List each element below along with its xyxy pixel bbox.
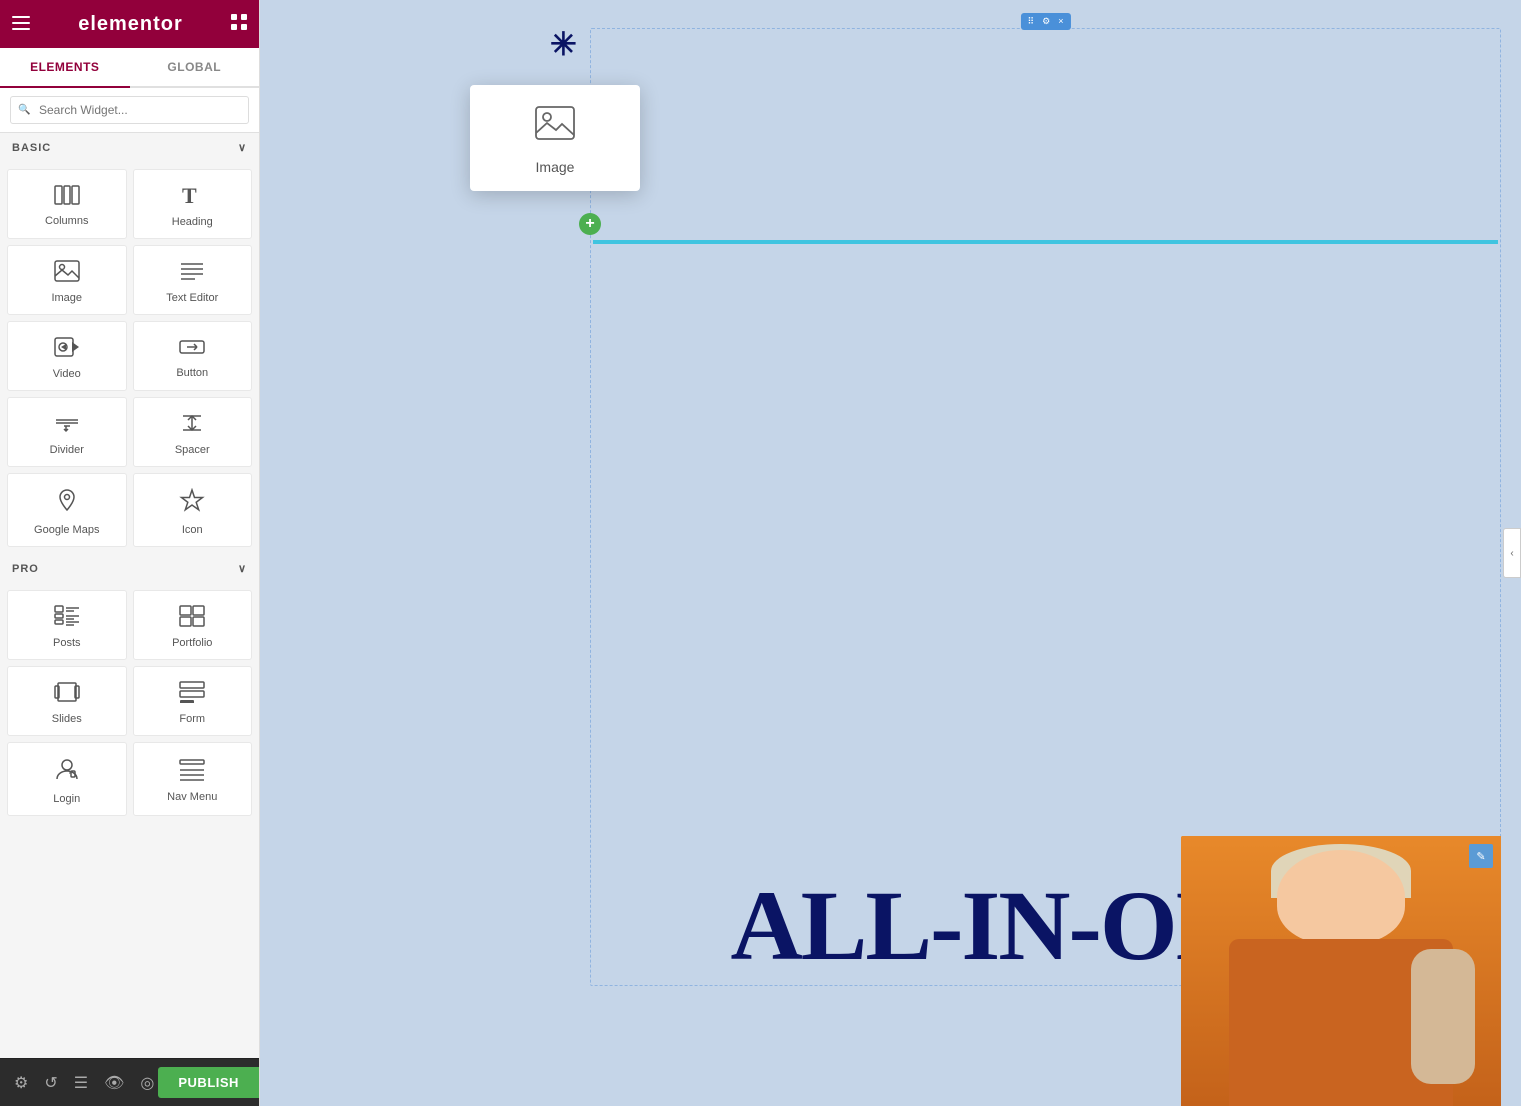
widget-divider[interactable]: Divider: [7, 397, 127, 467]
widget-video-label: Video: [53, 368, 81, 380]
text-editor-icon: [179, 260, 205, 286]
widget-google-maps[interactable]: Google Maps: [7, 473, 127, 547]
sidebar-content: BASIC ∨ Columns: [0, 133, 259, 1058]
bottom-tools: ⚙ ↺ ☰ 👁 ◎: [10, 1069, 158, 1097]
widget-spacer[interactable]: Spacer: [133, 397, 253, 467]
widget-icon[interactable]: Icon: [133, 473, 253, 547]
hamburger-icon[interactable]: [12, 14, 30, 35]
bottom-image-panel: ✎: [1181, 836, 1501, 1106]
sidebar: elementor ELEMENTS GLOBAL: [0, 0, 260, 1106]
section-settings-icon[interactable]: ⚙: [1041, 15, 1051, 28]
heading-icon: T: [180, 184, 204, 210]
search-input[interactable]: [10, 96, 249, 124]
widget-google-maps-label: Google Maps: [34, 524, 99, 536]
tab-global[interactable]: GLOBAL: [130, 48, 260, 86]
widget-slides-label: Slides: [52, 713, 82, 725]
section-basic-header[interactable]: BASIC ∨: [0, 133, 259, 162]
widget-divider-label: Divider: [50, 444, 84, 456]
slides-icon: [54, 681, 80, 707]
chevron-down-icon: ∨: [238, 141, 247, 154]
divider-icon: [54, 412, 80, 438]
widget-posts-label: Posts: [53, 637, 81, 649]
widget-spacer-label: Spacer: [175, 444, 210, 456]
tab-elements[interactable]: ELEMENTS: [0, 48, 130, 88]
svg-text:T: T: [182, 184, 197, 206]
widget-login[interactable]: Login: [7, 742, 127, 816]
dragged-widget-label: Image: [536, 159, 575, 175]
main-layout: elementor ELEMENTS GLOBAL: [0, 0, 1521, 1106]
widget-text-editor-label: Text Editor: [166, 292, 218, 304]
widget-video[interactable]: Video: [7, 321, 127, 391]
sidebar-header: elementor: [0, 0, 259, 48]
widget-columns[interactable]: Columns: [7, 169, 127, 239]
widget-text-editor[interactable]: Text Editor: [133, 245, 253, 315]
widget-button-label: Button: [176, 367, 208, 379]
icon-widget-icon: [179, 488, 205, 518]
edit-image-icon[interactable]: ✎: [1469, 844, 1493, 868]
widget-heading[interactable]: T Heading: [133, 169, 253, 239]
publish-group: PUBLISH ▲: [158, 1067, 260, 1098]
widget-portfolio[interactable]: Portfolio: [133, 590, 253, 660]
widget-form-label: Form: [179, 713, 205, 725]
sidebar-tabs: ELEMENTS GLOBAL: [0, 48, 259, 88]
image-icon: [54, 260, 80, 286]
grid-icon[interactable]: [231, 14, 247, 35]
widget-portfolio-label: Portfolio: [172, 637, 212, 649]
widget-nav-menu[interactable]: Nav Menu: [133, 742, 253, 816]
add-element-circle[interactable]: +: [579, 213, 601, 235]
widget-form[interactable]: Form: [133, 666, 253, 736]
history-tool-icon[interactable]: ↺: [40, 1069, 61, 1097]
drop-indicator-line: [593, 240, 1498, 244]
button-icon: [179, 337, 205, 361]
spacer-icon: [179, 412, 205, 438]
section-pro-header[interactable]: PRO ∨: [0, 554, 259, 583]
widget-posts[interactable]: Posts: [7, 590, 127, 660]
login-icon: [54, 757, 80, 787]
dragged-image-widget[interactable]: Image: [470, 85, 640, 191]
asterisk-decoration: ✳: [550, 25, 577, 63]
widget-slides[interactable]: Slides: [7, 666, 127, 736]
rope-accent: [1411, 949, 1475, 1084]
widget-icon-label: Icon: [182, 524, 203, 536]
canvas-area: ✳ ⠿ ⚙ × Image + ALL-I: [260, 0, 1521, 1106]
bottom-toolbar: ⚙ ↺ ☰ 👁 ◎ PUBLISH ▲: [0, 1058, 259, 1106]
widget-image[interactable]: Image: [7, 245, 127, 315]
settings-tool-icon[interactable]: ⚙: [10, 1069, 32, 1097]
responsive-tool-icon[interactable]: ☰: [70, 1069, 92, 1097]
form-icon: [179, 681, 205, 707]
posts-icon: [54, 605, 80, 631]
person-head: [1277, 850, 1405, 945]
section-move-handle[interactable]: ⠿: [1027, 15, 1036, 28]
widget-button[interactable]: Button: [133, 321, 253, 391]
widget-columns-label: Columns: [45, 215, 88, 227]
search-box: [0, 88, 259, 133]
chevron-pro-icon: ∨: [238, 562, 247, 575]
video-icon: [54, 336, 80, 362]
pro-widgets-grid: Posts Portfolio: [0, 583, 259, 823]
columns-icon: [54, 185, 80, 209]
basic-widgets-grid: Columns T Heading: [0, 162, 259, 554]
widget-nav-menu-label: Nav Menu: [167, 791, 217, 803]
widget-login-label: Login: [53, 793, 80, 805]
widget-image-label: Image: [51, 292, 82, 304]
display-tool-icon[interactable]: ◎: [136, 1069, 158, 1097]
nav-menu-icon: [179, 759, 205, 785]
section-close-icon[interactable]: ×: [1057, 15, 1064, 28]
preview-tool-icon[interactable]: 👁: [100, 1069, 128, 1097]
widget-heading-label: Heading: [172, 216, 213, 228]
collapse-sidebar-button[interactable]: ‹: [1503, 528, 1521, 578]
section-basic-label: BASIC: [12, 142, 51, 154]
portfolio-icon: [179, 605, 205, 631]
dragged-widget-image-icon: [534, 105, 576, 149]
google-maps-icon: [55, 488, 79, 518]
section-toolbar: ⠿ ⚙ ×: [1021, 13, 1071, 30]
app-logo: elementor: [78, 13, 183, 36]
publish-button[interactable]: PUBLISH: [158, 1067, 259, 1098]
person-image: [1181, 836, 1501, 1106]
section-pro-label: PRO: [12, 563, 39, 575]
